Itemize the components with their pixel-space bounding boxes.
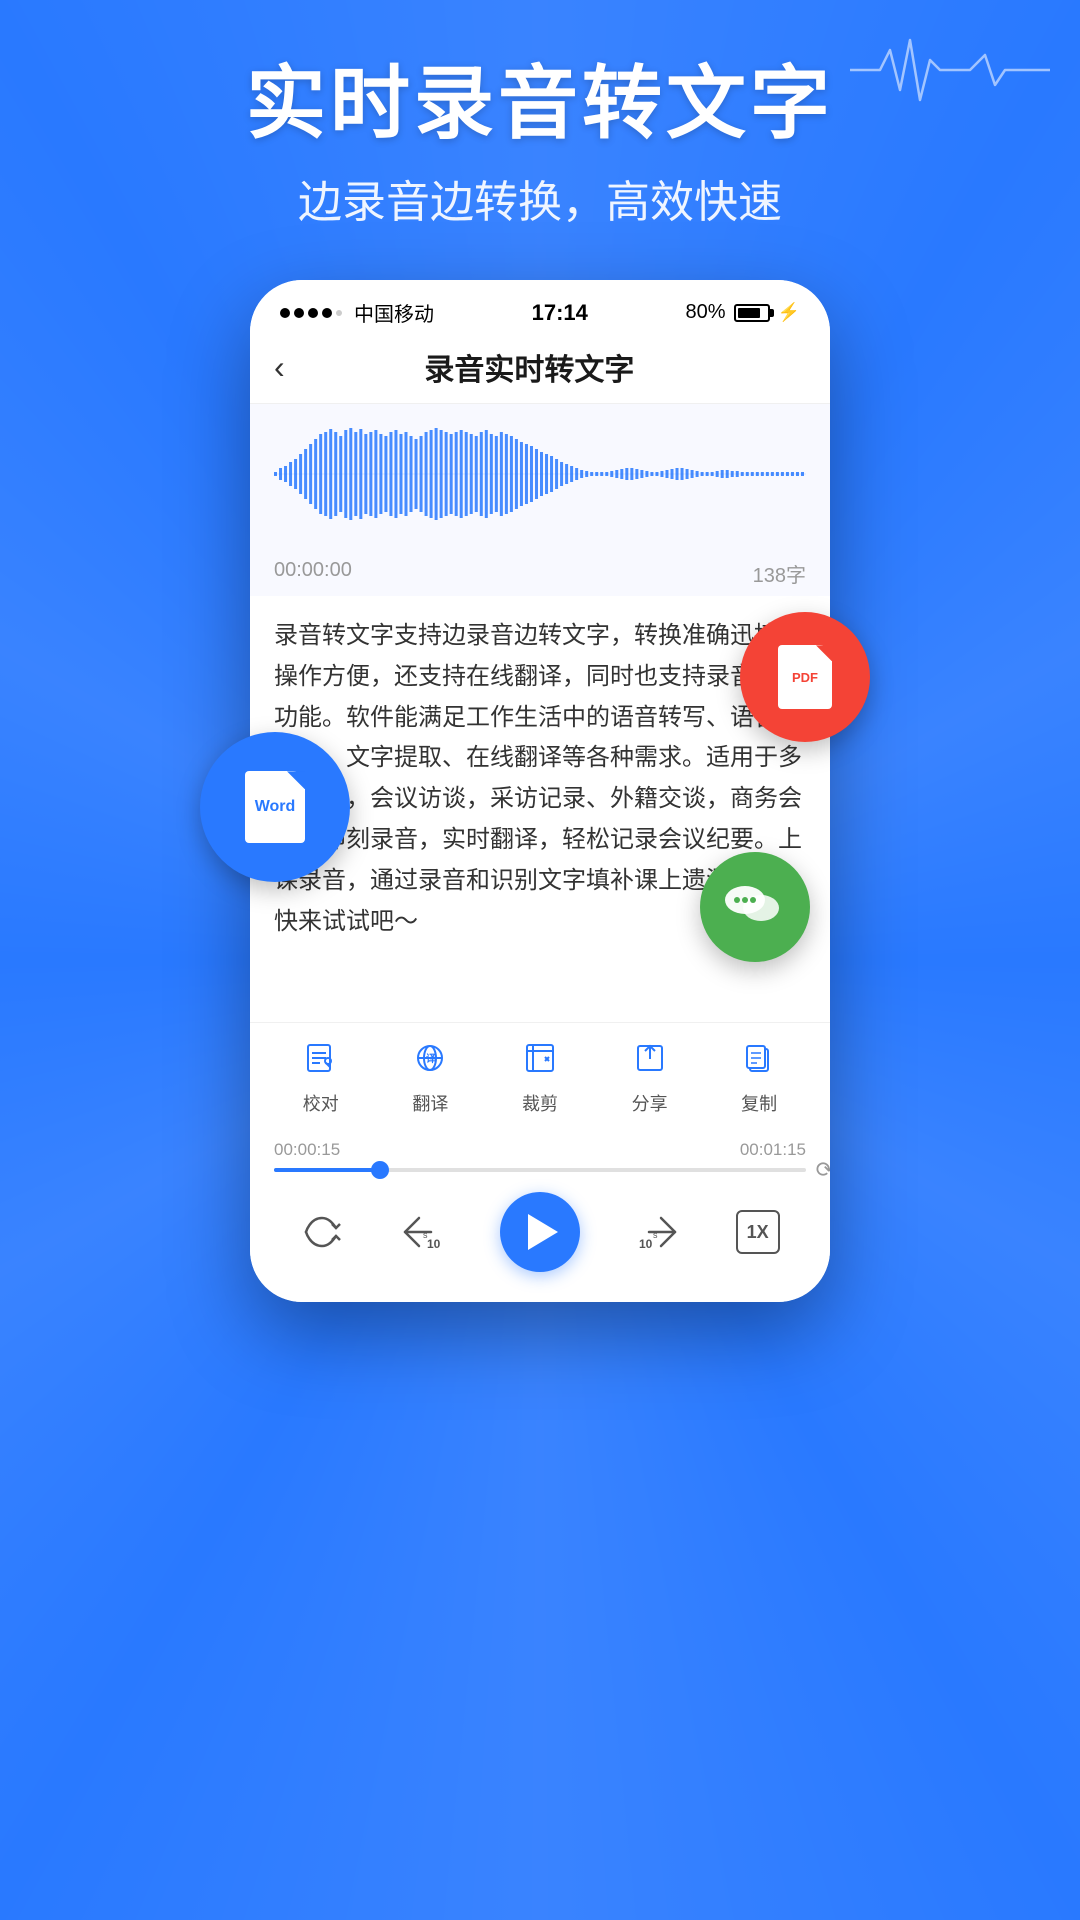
spacer	[250, 962, 830, 1022]
copy-label: 复制	[741, 1090, 777, 1116]
word-doc-icon: Word	[245, 771, 305, 843]
toolbar-copy[interactable]: 复制	[741, 1041, 777, 1116]
waveform-container	[250, 404, 830, 549]
copy-icon	[742, 1041, 776, 1084]
speed-label: 1X	[736, 1210, 780, 1254]
progress-thumb[interactable]	[371, 1161, 389, 1179]
status-right: 80% ⚡	[686, 301, 800, 324]
nav-title: 录音实时转文字	[285, 345, 774, 389]
svg-text:10: 10	[427, 1237, 441, 1251]
waveform-svg	[274, 424, 806, 524]
trim-label: 裁剪	[522, 1090, 558, 1116]
pdf-label: PDF	[792, 670, 818, 685]
progress-fill	[274, 1168, 380, 1172]
toolbar-translate[interactable]: 译 翻译	[412, 1041, 448, 1116]
playback-controls: 10 s 10 s 1X	[250, 1176, 830, 1302]
progress-times: 00:00:15 00:01:15	[274, 1140, 806, 1160]
header-subtitle: 边录音边转换，高效快速	[80, 166, 1000, 230]
play-button[interactable]	[500, 1192, 580, 1272]
back-button[interactable]: ‹	[274, 349, 285, 386]
toolbar-proofread[interactable]: 校对	[303, 1041, 339, 1116]
forward-button[interactable]: 10 s	[633, 1210, 683, 1254]
timer-start: 00:00:00	[274, 559, 352, 588]
wechat-icon	[723, 880, 787, 934]
header: 实时录音转文字 边录音边转换，高效快速	[0, 0, 1080, 250]
pdf-doc-icon: PDF	[778, 645, 832, 709]
battery-fill	[738, 308, 760, 318]
phone-mockup: Word PDF	[0, 280, 1080, 1302]
signal-dot-5	[336, 310, 342, 316]
svg-text:译: 译	[426, 1052, 437, 1065]
battery-percent: 80%	[686, 301, 726, 324]
toolbar-share[interactable]: 分享	[632, 1041, 668, 1116]
share-icon	[633, 1041, 667, 1084]
floating-pdf-badge[interactable]: PDF	[740, 612, 870, 742]
bottom-toolbar: 校对 译 翻译	[250, 1022, 830, 1126]
status-bar: 中国移动 17:14 80% ⚡	[250, 280, 830, 335]
battery-icon	[734, 304, 770, 322]
proofread-icon	[304, 1041, 338, 1084]
status-left: 中国移动	[280, 298, 434, 327]
svg-text:s: s	[653, 1230, 658, 1240]
header-title: 实时录音转文字	[80, 60, 1000, 148]
rewind-button[interactable]: 10 s	[397, 1210, 447, 1254]
translate-label: 翻译	[412, 1090, 448, 1116]
translate-icon: 译	[413, 1041, 447, 1084]
toolbar-trim[interactable]: 裁剪	[522, 1041, 558, 1116]
progress-total: 00:01:15	[740, 1140, 806, 1160]
word-label: Word	[255, 798, 296, 816]
signal-dot-4	[322, 308, 332, 318]
proofread-label: 校对	[303, 1090, 339, 1116]
timer-row: 00:00:00 138字	[250, 549, 830, 596]
signal-dot-2	[294, 308, 304, 318]
progress-bar-container: 00:00:15 00:01:15 ⟳	[250, 1126, 830, 1176]
progress-current: 00:00:15	[274, 1140, 340, 1160]
share-label: 分享	[632, 1090, 668, 1116]
loop-icon[interactable]: ⟳	[816, 1157, 830, 1183]
carrier-label: 中国移动	[354, 298, 434, 327]
progress-track[interactable]: ⟳	[274, 1168, 806, 1172]
signal-dot-3	[308, 308, 318, 318]
trim-icon	[523, 1041, 557, 1084]
speed-button[interactable]: 1X	[736, 1210, 780, 1254]
svg-text:s: s	[423, 1230, 428, 1240]
floating-word-badge[interactable]: Word	[200, 732, 350, 882]
shuffle-button[interactable]	[300, 1210, 344, 1254]
play-icon	[528, 1214, 558, 1250]
floating-wechat-badge[interactable]	[700, 852, 810, 962]
status-time: 17:14	[532, 300, 588, 326]
charging-icon: ⚡	[778, 302, 800, 323]
signal-dot-1	[280, 308, 290, 318]
nav-bar: ‹ 录音实时转文字	[250, 335, 830, 404]
svg-text:10: 10	[639, 1237, 653, 1251]
char-count: 138字	[753, 559, 806, 588]
